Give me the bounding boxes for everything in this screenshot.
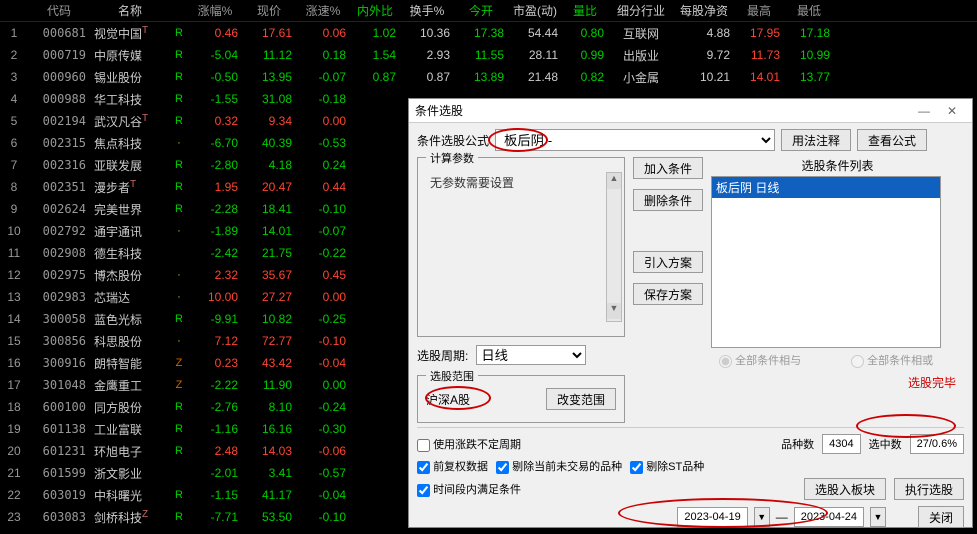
table-header: 代码 名称 涨幅% 现价 涨速% 内外比 换手% 今开 市盈(动) 量比 细分行… (0, 0, 977, 22)
preadj-checkbox[interactable] (417, 461, 430, 474)
condition-listbox[interactable]: 板后阴 日线 (711, 176, 941, 348)
remove-st-label: 剔除ST品种 (630, 458, 704, 474)
stock-count-value: 4304 (822, 434, 860, 454)
var-period-checkbox[interactable] (417, 439, 430, 452)
date-to[interactable]: 2023-04-24 (794, 507, 864, 527)
hdr-high[interactable]: 最高 (734, 2, 784, 19)
remove-nontrade-label: 剔除当前未交易的品种 (496, 458, 622, 474)
usage-button[interactable]: 用法注释 (781, 129, 851, 151)
hdr-open[interactable]: 今开 (454, 2, 508, 19)
hdr-price[interactable]: 现价 (242, 2, 296, 19)
run-select-button[interactable]: 执行选股 (894, 478, 964, 500)
param-panel: 计算参数 无参数需要设置 ▲▼ (417, 157, 625, 337)
table-row[interactable]: 1000681视觉中国TR0.4617.610.061.0210.3617.38… (0, 22, 977, 44)
import-scheme-button[interactable]: 引入方案 (633, 251, 703, 273)
stock-count-label: 品种数 (781, 436, 814, 452)
close-icon[interactable]: ✕ (938, 104, 966, 118)
hit-value: 27/0.6% (910, 434, 964, 454)
table-row[interactable]: 3000960锡业股份R-0.5013.95-0.070.870.8713.89… (0, 66, 977, 88)
add-condition-button[interactable]: 加入条件 (633, 157, 703, 179)
to-block-button[interactable]: 选股入板块 (804, 478, 886, 500)
hdr-speed[interactable]: 涨速% (296, 2, 350, 19)
hit-label: 选中数 (869, 436, 902, 452)
radio-and[interactable] (719, 355, 732, 368)
hdr-nav[interactable]: 每股净资 (674, 2, 734, 19)
select-done-text: 选股完毕 (908, 374, 956, 391)
var-period-label: 使用涨跌不定周期 (417, 436, 521, 452)
timerange-label: 时间段内满足条件 (417, 481, 521, 497)
radio-or[interactable] (851, 355, 864, 368)
date-from[interactable]: 2023-04-19 (677, 507, 747, 527)
formula-select[interactable]: 板后阴 - (495, 129, 775, 151)
formula-label: 条件选股公式 (417, 132, 489, 149)
hdr-code[interactable]: 代码 (28, 2, 90, 19)
scope-panel: 选股范围 沪深A股 改变范围 (417, 375, 625, 423)
param-scrollbar[interactable]: ▲▼ (606, 172, 622, 322)
condition-select-dialog: 条件选股 — ✕ 条件选股公式 板后阴 - 用法注释 查看公式 计算参数 无参数… (408, 98, 973, 528)
hdr-name[interactable]: 名称 (90, 2, 170, 19)
table-row[interactable]: 2000719中原传媒R-5.0411.120.181.542.9311.552… (0, 44, 977, 66)
scope-value: 沪深A股 (426, 391, 470, 408)
hdr-turn[interactable]: 换手% (400, 2, 454, 19)
period-label: 选股周期: (417, 347, 468, 364)
delete-condition-button[interactable]: 删除条件 (633, 189, 703, 211)
condition-list-item[interactable]: 板后阴 日线 (712, 177, 940, 198)
cond-list-title: 选股条件列表 (711, 157, 964, 174)
hdr-low[interactable]: 最低 (784, 2, 834, 19)
hdr-ind[interactable]: 细分行业 (608, 2, 674, 19)
param-panel-title: 计算参数 (426, 150, 478, 166)
minimize-icon[interactable]: — (910, 104, 938, 118)
hdr-vr[interactable]: 量比 (562, 2, 608, 19)
dialog-titlebar[interactable]: 条件选股 — ✕ (409, 99, 972, 123)
timerange-checkbox[interactable] (417, 484, 430, 497)
scope-title: 选股范围 (426, 368, 478, 384)
preadj-label: 前复权数据 (417, 458, 488, 474)
radio-and-label: 全部条件相与 (719, 352, 801, 368)
change-scope-button[interactable]: 改变范围 (546, 388, 616, 410)
dialog-title-text: 条件选股 (415, 102, 910, 119)
radio-or-label: 全部条件相或 (851, 352, 933, 368)
param-empty-text: 无参数需要设置 (424, 164, 618, 201)
period-select[interactable]: 日线 (476, 345, 586, 365)
save-scheme-button[interactable]: 保存方案 (633, 283, 703, 305)
date-from-dropdown-icon[interactable]: ▼ (754, 507, 770, 527)
remove-st-checkbox[interactable] (630, 461, 643, 474)
remove-nontrade-checkbox[interactable] (496, 461, 509, 474)
hdr-pct[interactable]: 涨幅% (188, 2, 242, 19)
close-button[interactable]: 关闭 (918, 506, 964, 528)
date-to-dropdown-icon[interactable]: ▼ (870, 507, 886, 527)
hdr-pe[interactable]: 市盈(动) (508, 2, 562, 19)
hdr-ratio[interactable]: 内外比 (350, 2, 400, 19)
view-formula-button[interactable]: 查看公式 (857, 129, 927, 151)
